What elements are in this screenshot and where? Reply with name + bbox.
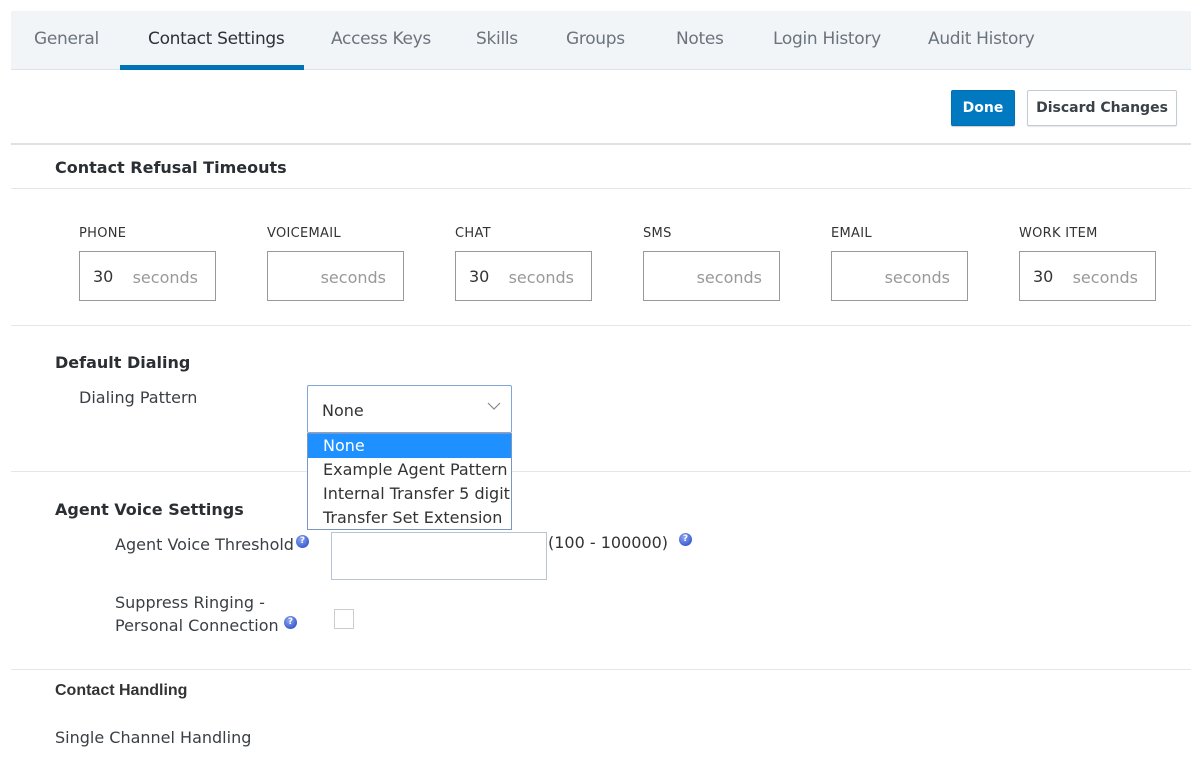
dialing-pattern-selected-value: None: [322, 401, 364, 420]
default-dialing-heading: Default Dialing: [55, 353, 191, 372]
suppress-ringing-label-line2: Personal Connection: [115, 616, 279, 635]
unit-label: seconds: [132, 268, 198, 287]
tab-general[interactable]: General: [34, 11, 99, 70]
active-tab-indicator: [120, 65, 304, 70]
agent-voice-settings-heading: Agent Voice Settings: [55, 500, 244, 519]
chat-timeout-value: 30: [469, 267, 490, 286]
tab-audit-history[interactable]: Audit History: [928, 11, 1035, 70]
dropdown-option-internal-transfer-5-digit[interactable]: Internal Transfer 5 digit: [308, 482, 511, 506]
discard-changes-button[interactable]: Discard Changes: [1027, 90, 1177, 126]
voicemail-label: VOICEMAIL: [267, 226, 341, 241]
single-channel-handling-label: Single Channel Handling: [55, 728, 252, 747]
phone-timeout-value: 30: [93, 267, 114, 286]
phone-timeout-input[interactable]: 30 seconds: [79, 251, 216, 301]
unit-label: seconds: [1072, 268, 1138, 287]
divider: [11, 471, 1191, 472]
threshold-range-hint: (100 - 100000): [548, 533, 669, 552]
dropdown-option-none[interactable]: None: [308, 434, 511, 458]
tab-groups[interactable]: Groups: [566, 11, 625, 70]
unit-label: seconds: [508, 268, 574, 287]
help-circle-icon[interactable]: ?: [296, 535, 309, 548]
work-item-timeout-value: 30: [1033, 267, 1054, 286]
dialing-pattern-dropdown: None Example Agent Pattern Internal Tran…: [307, 433, 512, 530]
suppress-ringing-label-line1: Suppress Ringing -: [115, 593, 265, 612]
divider: [11, 325, 1191, 326]
work-item-timeout-input[interactable]: 30 seconds: [1019, 251, 1156, 301]
chat-timeout-input[interactable]: 30 seconds: [455, 251, 592, 301]
agent-voice-threshold-input[interactable]: [331, 532, 547, 580]
contact-handling-heading: Contact Handling: [55, 682, 188, 699]
sms-label: SMS: [643, 226, 672, 241]
tab-bar: General Contact Settings Access Keys Ski…: [11, 11, 1191, 70]
agent-voice-threshold-label: Agent Voice Threshold: [115, 535, 294, 554]
unit-label: seconds: [696, 268, 762, 287]
dialing-pattern-label: Dialing Pattern: [79, 388, 198, 407]
sms-timeout-input[interactable]: seconds: [643, 251, 780, 301]
help-circle-icon[interactable]: ?: [679, 533, 692, 546]
help-circle-icon[interactable]: ?: [284, 616, 297, 629]
tab-notes[interactable]: Notes: [676, 11, 724, 70]
voicemail-timeout-input[interactable]: seconds: [267, 251, 404, 301]
done-button[interactable]: Done: [951, 90, 1015, 126]
chevron-down-icon: [487, 402, 501, 410]
tab-skills[interactable]: Skills: [476, 11, 518, 70]
email-label: EMAIL: [831, 226, 872, 241]
dropdown-option-transfer-set-extension[interactable]: Transfer Set Extension: [308, 506, 511, 530]
divider: [11, 188, 1191, 189]
tab-contact-settings[interactable]: Contact Settings: [148, 11, 285, 70]
email-timeout-input[interactable]: seconds: [831, 251, 968, 301]
divider: [11, 143, 1191, 145]
phone-label: PHONE: [79, 226, 127, 241]
chat-label: CHAT: [455, 226, 491, 241]
dialing-pattern-select[interactable]: None: [307, 385, 512, 433]
contact-refusal-timeouts-heading: Contact Refusal Timeouts: [55, 158, 287, 177]
dropdown-option-example-agent-pattern[interactable]: Example Agent Pattern: [308, 458, 511, 482]
tab-login-history[interactable]: Login History: [773, 11, 881, 70]
work-item-label: WORK ITEM: [1019, 226, 1098, 241]
suppress-ringing-checkbox[interactable]: [334, 609, 354, 629]
unit-label: seconds: [320, 268, 386, 287]
tab-access-keys[interactable]: Access Keys: [331, 11, 431, 70]
divider: [11, 669, 1191, 670]
unit-label: seconds: [884, 268, 950, 287]
